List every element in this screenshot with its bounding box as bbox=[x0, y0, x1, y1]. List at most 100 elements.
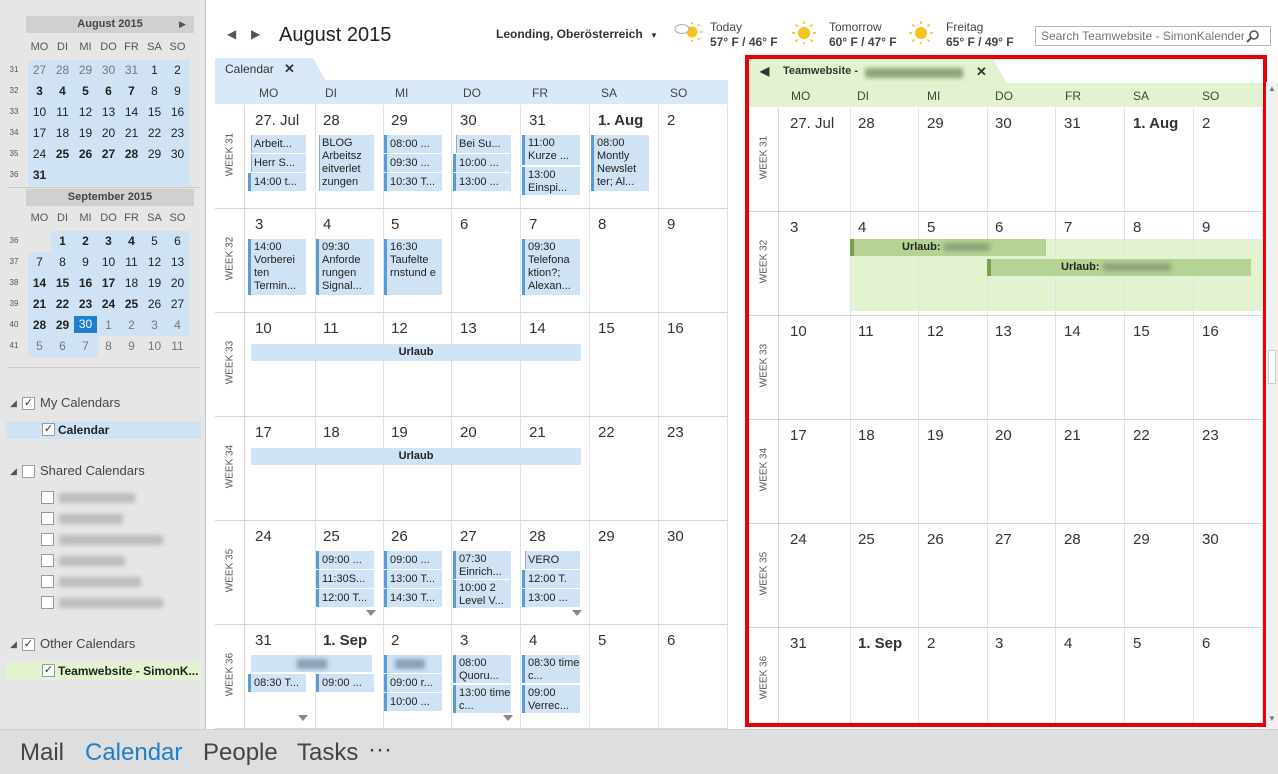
collapse-triangle-icon[interactable]: ◢ bbox=[10, 639, 17, 650]
mini-day[interactable]: 16 bbox=[166, 105, 189, 119]
my-calendars-header[interactable]: My Calendars bbox=[40, 395, 120, 410]
mini-day[interactable]: 29 bbox=[74, 63, 97, 77]
location-selector[interactable]: Leonding, Oberösterreich ▼ bbox=[496, 27, 658, 41]
calendar-event[interactable]: 10:00 2 Level V... bbox=[453, 580, 511, 608]
day-cell[interactable]: 2 bbox=[919, 628, 988, 723]
shared-calendar-checkbox[interactable] bbox=[41, 596, 54, 609]
calendar-event[interactable]: 10:00 ... bbox=[453, 154, 511, 172]
mini-day[interactable]: 27 bbox=[97, 147, 120, 161]
my-calendars-checkbox[interactable]: ✓ bbox=[22, 397, 35, 410]
calendar-event[interactable]: 09:30 ... bbox=[384, 154, 442, 172]
mini-day[interactable]: 18 bbox=[120, 276, 143, 290]
day-cell[interactable]: 27 bbox=[987, 524, 1056, 628]
calendar-event[interactable]: 07:30 Einrich... bbox=[453, 551, 511, 579]
mini-day[interactable]: 20 bbox=[166, 276, 189, 290]
mini-day[interactable]: 8 bbox=[51, 255, 74, 269]
mini-day[interactable]: 9 bbox=[166, 84, 189, 98]
mini-day[interactable]: 26 bbox=[143, 297, 166, 311]
vacation-event[interactable]: Urlaub bbox=[248, 344, 581, 361]
mini-day[interactable]: 26 bbox=[74, 147, 97, 161]
collapse-triangle-icon[interactable]: ◢ bbox=[10, 466, 17, 477]
calendar-event[interactable]: 09:00 r... bbox=[384, 674, 442, 692]
shared-calendar-checkbox[interactable] bbox=[41, 533, 54, 546]
back-arrow-icon[interactable]: ◀ bbox=[760, 64, 769, 78]
day-cell[interactable]: 5 bbox=[1125, 628, 1194, 723]
mini-day[interactable]: 8 bbox=[143, 84, 166, 98]
scroll-up-icon[interactable]: ▲ bbox=[1268, 84, 1276, 93]
day-cell[interactable]: 13 bbox=[452, 313, 521, 417]
day-cell[interactable]: 4 bbox=[850, 212, 919, 316]
more-events-icon[interactable] bbox=[572, 610, 582, 616]
mini-day[interactable]: 3 bbox=[143, 318, 166, 332]
day-cell[interactable]: 12 bbox=[383, 313, 452, 417]
nav-calendar[interactable]: Calendar bbox=[85, 739, 182, 767]
other-calendars-checkbox[interactable]: ✓ bbox=[22, 638, 35, 651]
calendar-event[interactable]: 13:00 time c... bbox=[453, 685, 511, 713]
day-cell[interactable]: 23 bbox=[1194, 420, 1263, 524]
mini-day[interactable]: 9 bbox=[120, 339, 143, 353]
day-cell[interactable]: 20 bbox=[987, 420, 1056, 524]
weather-today[interactable]: Today 57° F / 46° F bbox=[673, 20, 778, 49]
day-cell[interactable]: 19 bbox=[383, 417, 452, 521]
mini-day[interactable]: 11 bbox=[51, 105, 74, 119]
mini-day[interactable]: 3 bbox=[97, 234, 120, 248]
mini-day[interactable]: 10 bbox=[143, 339, 166, 353]
mini-day[interactable]: 19 bbox=[143, 276, 166, 290]
day-cell[interactable]: 30 bbox=[659, 521, 728, 625]
mini-day[interactable]: 29 bbox=[143, 147, 166, 161]
calendar-event[interactable]: 13:00 ... bbox=[453, 173, 511, 191]
calendar-event[interactable]: 14:00 Vorberei ten Termin... bbox=[248, 239, 306, 295]
day-cell[interactable]: 22 bbox=[590, 417, 659, 521]
mini-day[interactable]: 21 bbox=[28, 297, 51, 311]
day-cell[interactable]: 3 bbox=[987, 628, 1056, 723]
day-cell[interactable]: 31 bbox=[1056, 108, 1125, 212]
calendar-event[interactable]: 10:00 ... bbox=[384, 693, 442, 711]
day-cell[interactable]: 14 bbox=[1056, 316, 1125, 420]
mini-day[interactable]: 21 bbox=[120, 126, 143, 140]
day-cell[interactable]: 30 bbox=[1194, 524, 1263, 628]
mini-day[interactable]: 30 bbox=[74, 316, 97, 333]
mini-day[interactable]: 2 bbox=[74, 234, 97, 248]
tab-calendar[interactable]: Calendar bbox=[225, 62, 274, 76]
calendar-event[interactable]: 13:00 Einspi... bbox=[522, 167, 580, 195]
mini-day[interactable]: 31 bbox=[120, 63, 143, 77]
mini-day[interactable]: 4 bbox=[120, 234, 143, 248]
mini-day[interactable]: 1 bbox=[51, 234, 74, 248]
calendar-event[interactable]: 10:30 T... bbox=[384, 173, 442, 191]
day-cell[interactable]: 13 bbox=[987, 316, 1056, 420]
mini-day[interactable]: 14 bbox=[120, 105, 143, 119]
mini-day[interactable]: 4 bbox=[51, 84, 74, 98]
calendar-item-calendar[interactable]: ✓ Calendar bbox=[6, 421, 201, 439]
day-cell[interactable]: 28 bbox=[850, 108, 919, 212]
day-cell[interactable]: 29 bbox=[919, 108, 988, 212]
day-cell[interactable]: 21 bbox=[1056, 420, 1125, 524]
mini-day[interactable]: 30 bbox=[166, 147, 189, 161]
mini-day[interactable]: 7 bbox=[74, 339, 97, 353]
vacation-event[interactable]: Urlaub: bbox=[850, 239, 1046, 256]
mini-day[interactable]: 4 bbox=[166, 318, 189, 332]
mini-day[interactable]: 17 bbox=[28, 126, 51, 140]
calendar-event[interactable]: 13:00 T... bbox=[384, 570, 442, 588]
mini-day[interactable]: 28 bbox=[120, 147, 143, 161]
mini-day[interactable]: 12 bbox=[143, 255, 166, 269]
calendar-event[interactable]: 09:30 Telefona ktion?; Alexan... bbox=[522, 239, 580, 295]
mini-day[interactable]: 7 bbox=[120, 84, 143, 98]
day-cell[interactable]: 29 bbox=[1125, 524, 1194, 628]
search-input[interactable] bbox=[1036, 27, 1244, 45]
calendar-event[interactable]: 08:30 time c... bbox=[522, 655, 580, 683]
mini-day[interactable]: 30 bbox=[97, 63, 120, 77]
mini-day[interactable]: 28 bbox=[28, 318, 51, 332]
more-events-icon[interactable] bbox=[503, 715, 513, 721]
mini-day[interactable]: 2 bbox=[166, 63, 189, 77]
calendar-event[interactable]: 14:30 T... bbox=[384, 589, 442, 607]
mini-day[interactable]: 25 bbox=[51, 147, 74, 161]
day-cell[interactable]: 23 bbox=[659, 417, 728, 521]
mini-day[interactable]: 27 bbox=[28, 63, 51, 77]
mini-day[interactable]: 24 bbox=[28, 147, 51, 161]
teamwebsite-checkbox[interactable]: ✓ bbox=[42, 664, 55, 677]
weather-tomorrow[interactable]: Tomorrow 60° F / 47° F bbox=[792, 20, 897, 49]
mini-day[interactable]: 17 bbox=[97, 276, 120, 290]
shared-calendar-checkbox[interactable] bbox=[41, 512, 54, 525]
calendar-event[interactable]: 09:30 Anforde rungen Signal... bbox=[316, 239, 374, 295]
mini-day[interactable]: 27 bbox=[166, 297, 189, 311]
